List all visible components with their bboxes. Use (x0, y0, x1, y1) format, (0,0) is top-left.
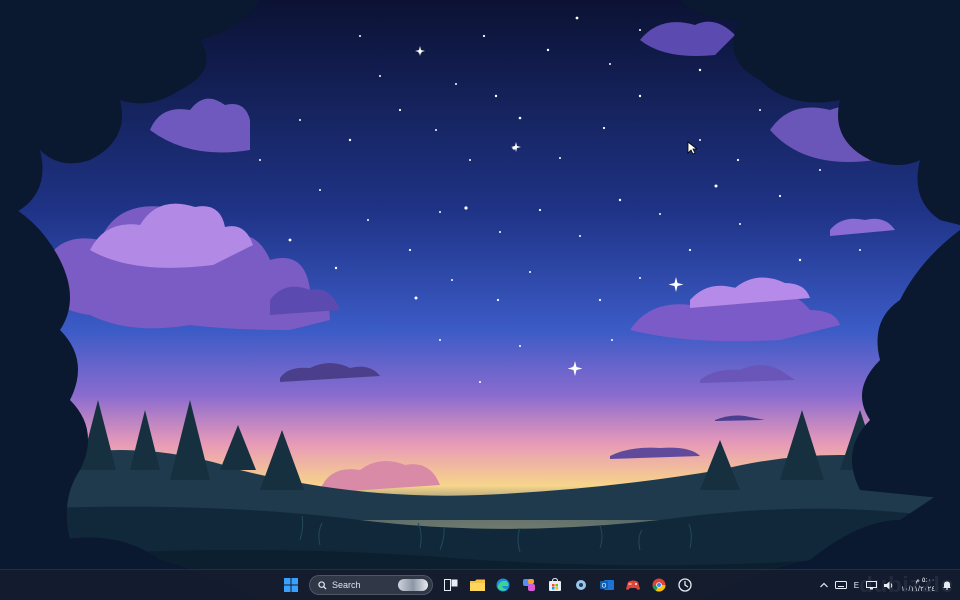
chevron-up-icon (819, 582, 828, 588)
settings-button[interactable] (570, 574, 592, 596)
notifications-button[interactable] (942, 580, 952, 590)
taskbar-search-box[interactable]: Search (309, 575, 433, 595)
start-button[interactable] (280, 574, 302, 596)
monitor-network-icon (866, 580, 878, 589)
clock-date: ١٠/١١/٢٠٢٤ (901, 586, 935, 593)
show-hidden-icons-button[interactable] (819, 582, 828, 588)
desktop-wallpaper (0, 0, 960, 600)
pc-manager-button[interactable] (674, 574, 696, 596)
network-button[interactable] (866, 580, 878, 590)
taskbar-center: Search O (280, 570, 696, 600)
edge-icon (496, 578, 510, 592)
copilot-button[interactable] (518, 574, 540, 596)
edge-button[interactable] (492, 574, 514, 596)
keyboard-button[interactable] (834, 581, 847, 589)
keyboard-icon (834, 581, 847, 589)
outlook-button[interactable]: O (596, 574, 618, 596)
microsoft-store-button[interactable] (544, 574, 566, 596)
search-icon (318, 580, 327, 590)
file-explorer-button[interactable] (466, 574, 488, 596)
folder-icon (469, 579, 485, 591)
input-language-indicator[interactable]: E (854, 581, 859, 590)
bell-icon (943, 581, 951, 590)
chrome-icon (652, 578, 666, 592)
mouse-cursor-icon (687, 141, 697, 155)
svg-text:O: O (602, 584, 607, 590)
taskbar: Search O E ٥:٠٠ م ١٠/١١/٢٠٢٤ (0, 569, 960, 600)
windows-logo-icon (284, 578, 298, 592)
speaker-icon (884, 581, 893, 589)
clock-time: ٥:٠٠ م (915, 577, 935, 584)
night-sky-wallpaper (0, 0, 960, 600)
search-placeholder: Search (332, 580, 361, 590)
pc-manager-icon (678, 578, 692, 592)
store-bag-icon (549, 578, 561, 591)
volume-button[interactable] (884, 581, 894, 590)
outlook-icon: O (600, 580, 614, 590)
gamepad-icon (626, 580, 640, 590)
search-highlight-image (398, 579, 428, 591)
settings-gear-icon (576, 580, 586, 590)
game-bar-button[interactable] (622, 574, 644, 596)
taskbar-clock[interactable]: ٥:٠٠ م ١٠/١١/٢٠٢٤ (901, 576, 935, 594)
chrome-button[interactable] (648, 574, 670, 596)
copilot-icon (523, 579, 535, 591)
task-view-icon (444, 579, 458, 591)
system-tray: E ٥:٠٠ م ١٠/١١/٢٠٢٤ (819, 570, 952, 600)
task-view-button[interactable] (440, 574, 462, 596)
